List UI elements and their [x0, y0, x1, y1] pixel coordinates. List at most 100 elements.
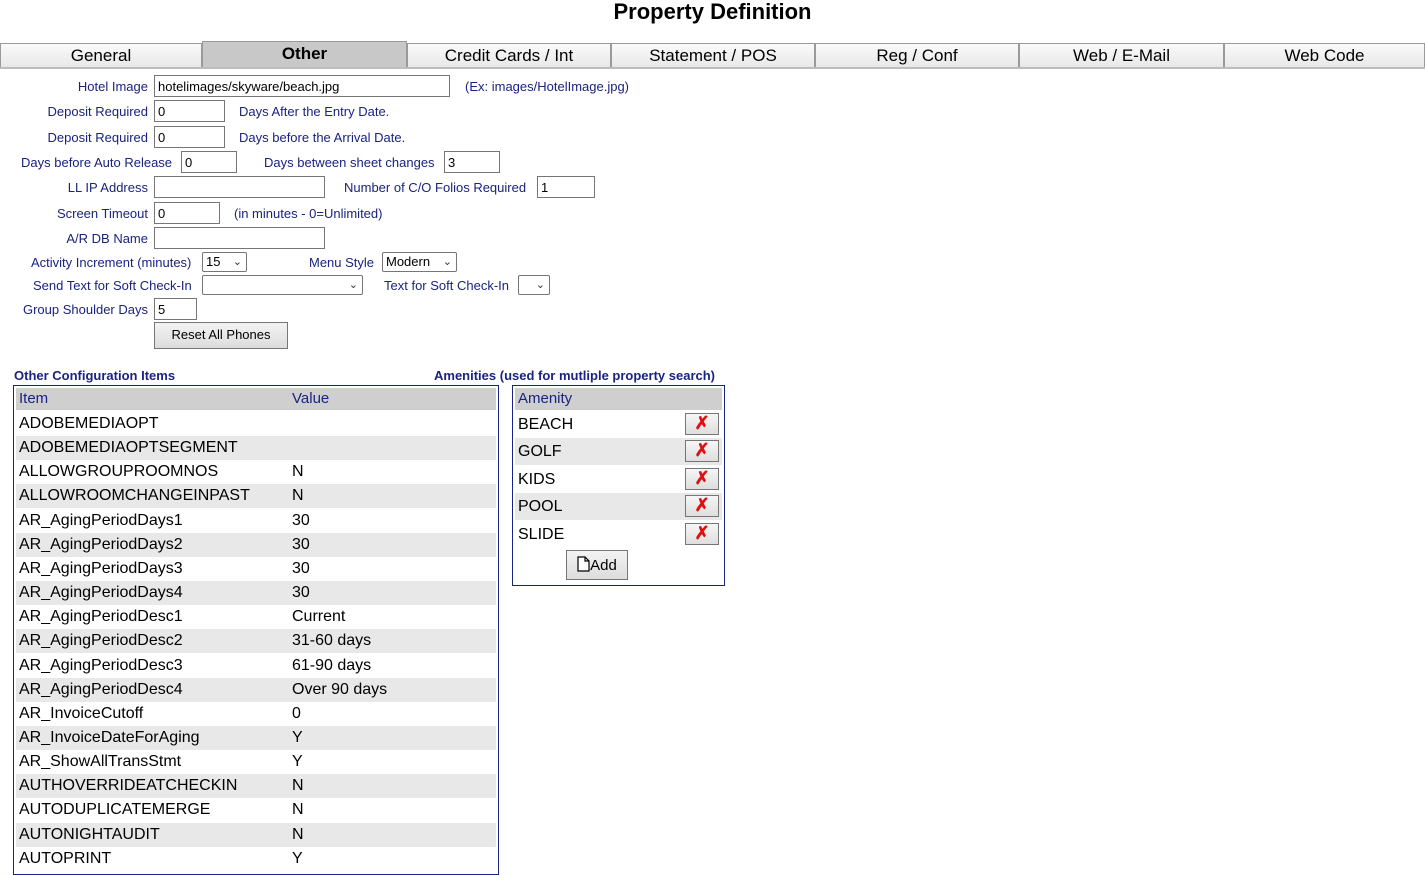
menu-style-label: Menu Style	[309, 255, 375, 270]
deposit-after-entry-input[interactable]	[154, 100, 225, 122]
config-item-name: AUTOPRINT	[19, 849, 112, 867]
config-item-value: Current	[292, 608, 346, 626]
amenity-name: SLIDE	[518, 525, 565, 543]
config-item-name: ADOBEMEDIAOPTSEGMENT	[19, 439, 238, 457]
config-item-name: AR_InvoiceDateForAging	[19, 728, 200, 746]
config-table: Item Value ADOBEMEDIAOPT ADOBEMEDIAOPTSEG…	[13, 385, 499, 875]
config-item-value: 30	[292, 559, 310, 577]
table-row[interactable]: AR_AgingPeriodDays3 30	[16, 557, 496, 581]
group-shoulder-label: Group Shoulder Days	[22, 302, 148, 317]
tab-bar: General Other Credit Cards / Int Stateme…	[0, 41, 1425, 68]
config-item-name: AR_InvoiceCutoff	[19, 704, 144, 722]
ar-db-input[interactable]	[154, 227, 325, 249]
config-item-name: AUTHOVERRIDEATCHECKIN	[19, 777, 238, 795]
auto-release-label: Days before Auto Release	[21, 155, 173, 170]
table-row[interactable]: AR_ShowAllTransStmt Y	[16, 750, 496, 774]
delete-x-icon: ✗	[694, 440, 710, 461]
menu-style-value: Modern	[386, 254, 431, 269]
table-row[interactable]: AR_AgingPeriodDesc1 Current	[16, 605, 496, 629]
chevron-down-icon: ⌄	[535, 279, 545, 291]
table-row[interactable]: AR_AgingPeriodDays2 30	[16, 532, 496, 557]
add-amenity-button[interactable]: Add	[566, 550, 628, 580]
config-col-value: Value	[292, 390, 330, 407]
page-title: Property Definition	[613, 0, 812, 24]
ll-ip-input[interactable]	[154, 176, 325, 198]
config-section-title: Other Configuration Items	[14, 368, 176, 383]
tab-reg-conf[interactable]: Reg / Conf	[815, 43, 1019, 67]
table-row[interactable]: AR_InvoiceCutoff 0	[16, 702, 496, 726]
hotel-image-hint: (Ex: images/HotelImage.jpg)	[465, 79, 630, 94]
config-item-name: AR_ShowAllTransStmt	[19, 753, 182, 771]
config-item-name: AUTONIGHTAUDIT	[19, 825, 160, 843]
send-text-soft-checkin-select[interactable]: ⌄	[202, 275, 363, 295]
table-row[interactable]: ALLOWROOMCHANGEINPAST N	[16, 484, 496, 509]
tab-credit-cards[interactable]: Credit Cards / Int	[407, 43, 611, 67]
tab-other[interactable]: Other	[202, 41, 407, 68]
amenities-table-header: Amenity	[515, 388, 722, 410]
group-shoulder-input[interactable]	[154, 298, 197, 320]
table-row[interactable]: ADOBEMEDIAOPTSEGMENT	[16, 436, 496, 461]
table-row[interactable]: ALLOWGROUPROOMNOS N	[16, 460, 496, 484]
table-row[interactable]: AUTONIGHTAUDIT N	[16, 822, 496, 847]
config-item-value: Y	[292, 753, 303, 771]
config-item-name: AR_AgingPeriodDays3	[19, 559, 183, 577]
amenity-name: KIDS	[518, 470, 556, 488]
deposit-before-arrival-input[interactable]	[154, 126, 225, 148]
config-item-name: AUTODUPLICATEMERGE	[19, 801, 211, 819]
activity-increment-select[interactable]: 15 ⌄	[202, 252, 247, 272]
config-item-value: N	[292, 801, 304, 819]
hotel-image-label: Hotel Image	[77, 79, 148, 94]
tab-web-code[interactable]: Web Code	[1224, 43, 1425, 67]
table-row[interactable]: AR_AgingPeriodDesc3 61-90 days	[16, 654, 496, 678]
list-item: KIDS ✗	[515, 466, 722, 493]
config-item-value: N	[292, 825, 304, 843]
tab-underline	[0, 67, 1425, 69]
screen-timeout-hint: (in minutes - 0=Unlimited)	[234, 206, 383, 221]
co-folios-input[interactable]	[537, 176, 595, 198]
config-item-value: 30	[292, 584, 310, 602]
config-item-name: AR_AgingPeriodDays4	[19, 584, 183, 602]
delete-amenity-button[interactable]: ✗	[685, 440, 719, 463]
send-text-soft-checkin-label: Send Text for Soft Check-In	[33, 278, 192, 293]
config-item-name: AR_AgingPeriodDays2	[19, 535, 183, 553]
config-item-value: Y	[292, 849, 303, 867]
delete-x-icon: ✗	[694, 467, 710, 488]
table-row[interactable]: AR_AgingPeriodDesc2 31-60 days	[16, 629, 496, 654]
delete-amenity-button[interactable]: ✗	[685, 522, 719, 545]
table-row[interactable]: ADOBEMEDIAOPT	[16, 412, 496, 436]
config-table-header: Item Value	[16, 388, 496, 410]
table-row[interactable]: AR_AgingPeriodDays1 30	[16, 509, 496, 533]
config-item-name: AR_AgingPeriodDesc1	[19, 608, 183, 626]
config-item-value: Y	[292, 728, 303, 746]
ll-ip-label: LL IP Address	[67, 180, 148, 195]
tab-web-email[interactable]: Web / E-Mail	[1019, 43, 1224, 67]
new-document-icon	[577, 556, 590, 572]
delete-x-icon: ✗	[694, 413, 710, 433]
config-item-name: AR_AgingPeriodDesc3	[19, 656, 183, 674]
hotel-image-input[interactable]	[154, 75, 450, 97]
delete-x-icon: ✗	[694, 522, 710, 543]
tab-general[interactable]: General	[0, 43, 202, 67]
screen-timeout-input[interactable]	[154, 202, 220, 224]
sheet-changes-input[interactable]	[444, 151, 500, 173]
sheet-changes-label: Days between sheet changes	[264, 155, 435, 170]
tab-statement-pos[interactable]: Statement / POS	[611, 43, 815, 67]
delete-amenity-button[interactable]: ✗	[685, 413, 719, 435]
table-row[interactable]: AR_InvoiceDateForAging Y	[16, 725, 496, 750]
table-row[interactable]: AUTHOVERRIDEATCHECKIN N	[16, 774, 496, 799]
table-row[interactable]: AR_AgingPeriodDesc4 Over 90 days	[16, 677, 496, 702]
table-row[interactable]: AR_AgingPeriodDays4 30	[16, 581, 496, 606]
table-row[interactable]: AUTODUPLICATEMERGE N	[16, 798, 496, 822]
config-item-value: N	[292, 487, 304, 505]
config-item-value: 61-90 days	[292, 656, 372, 674]
deposit-before-arrival-suffix: Days before the Arrival Date.	[239, 130, 406, 145]
table-row[interactable]: AUTOPRINT Y	[16, 847, 496, 871]
text-soft-checkin-select[interactable]: ⌄	[518, 275, 550, 295]
list-item: SLIDE ✗	[515, 521, 722, 548]
menu-style-select[interactable]: Modern ⌄	[382, 252, 457, 272]
auto-release-input[interactable]	[181, 151, 237, 173]
amenity-name: POOL	[518, 498, 563, 516]
delete-amenity-button[interactable]: ✗	[685, 495, 719, 518]
delete-amenity-button[interactable]: ✗	[685, 467, 719, 490]
reset-all-phones-button[interactable]: Reset All Phones	[154, 322, 288, 349]
